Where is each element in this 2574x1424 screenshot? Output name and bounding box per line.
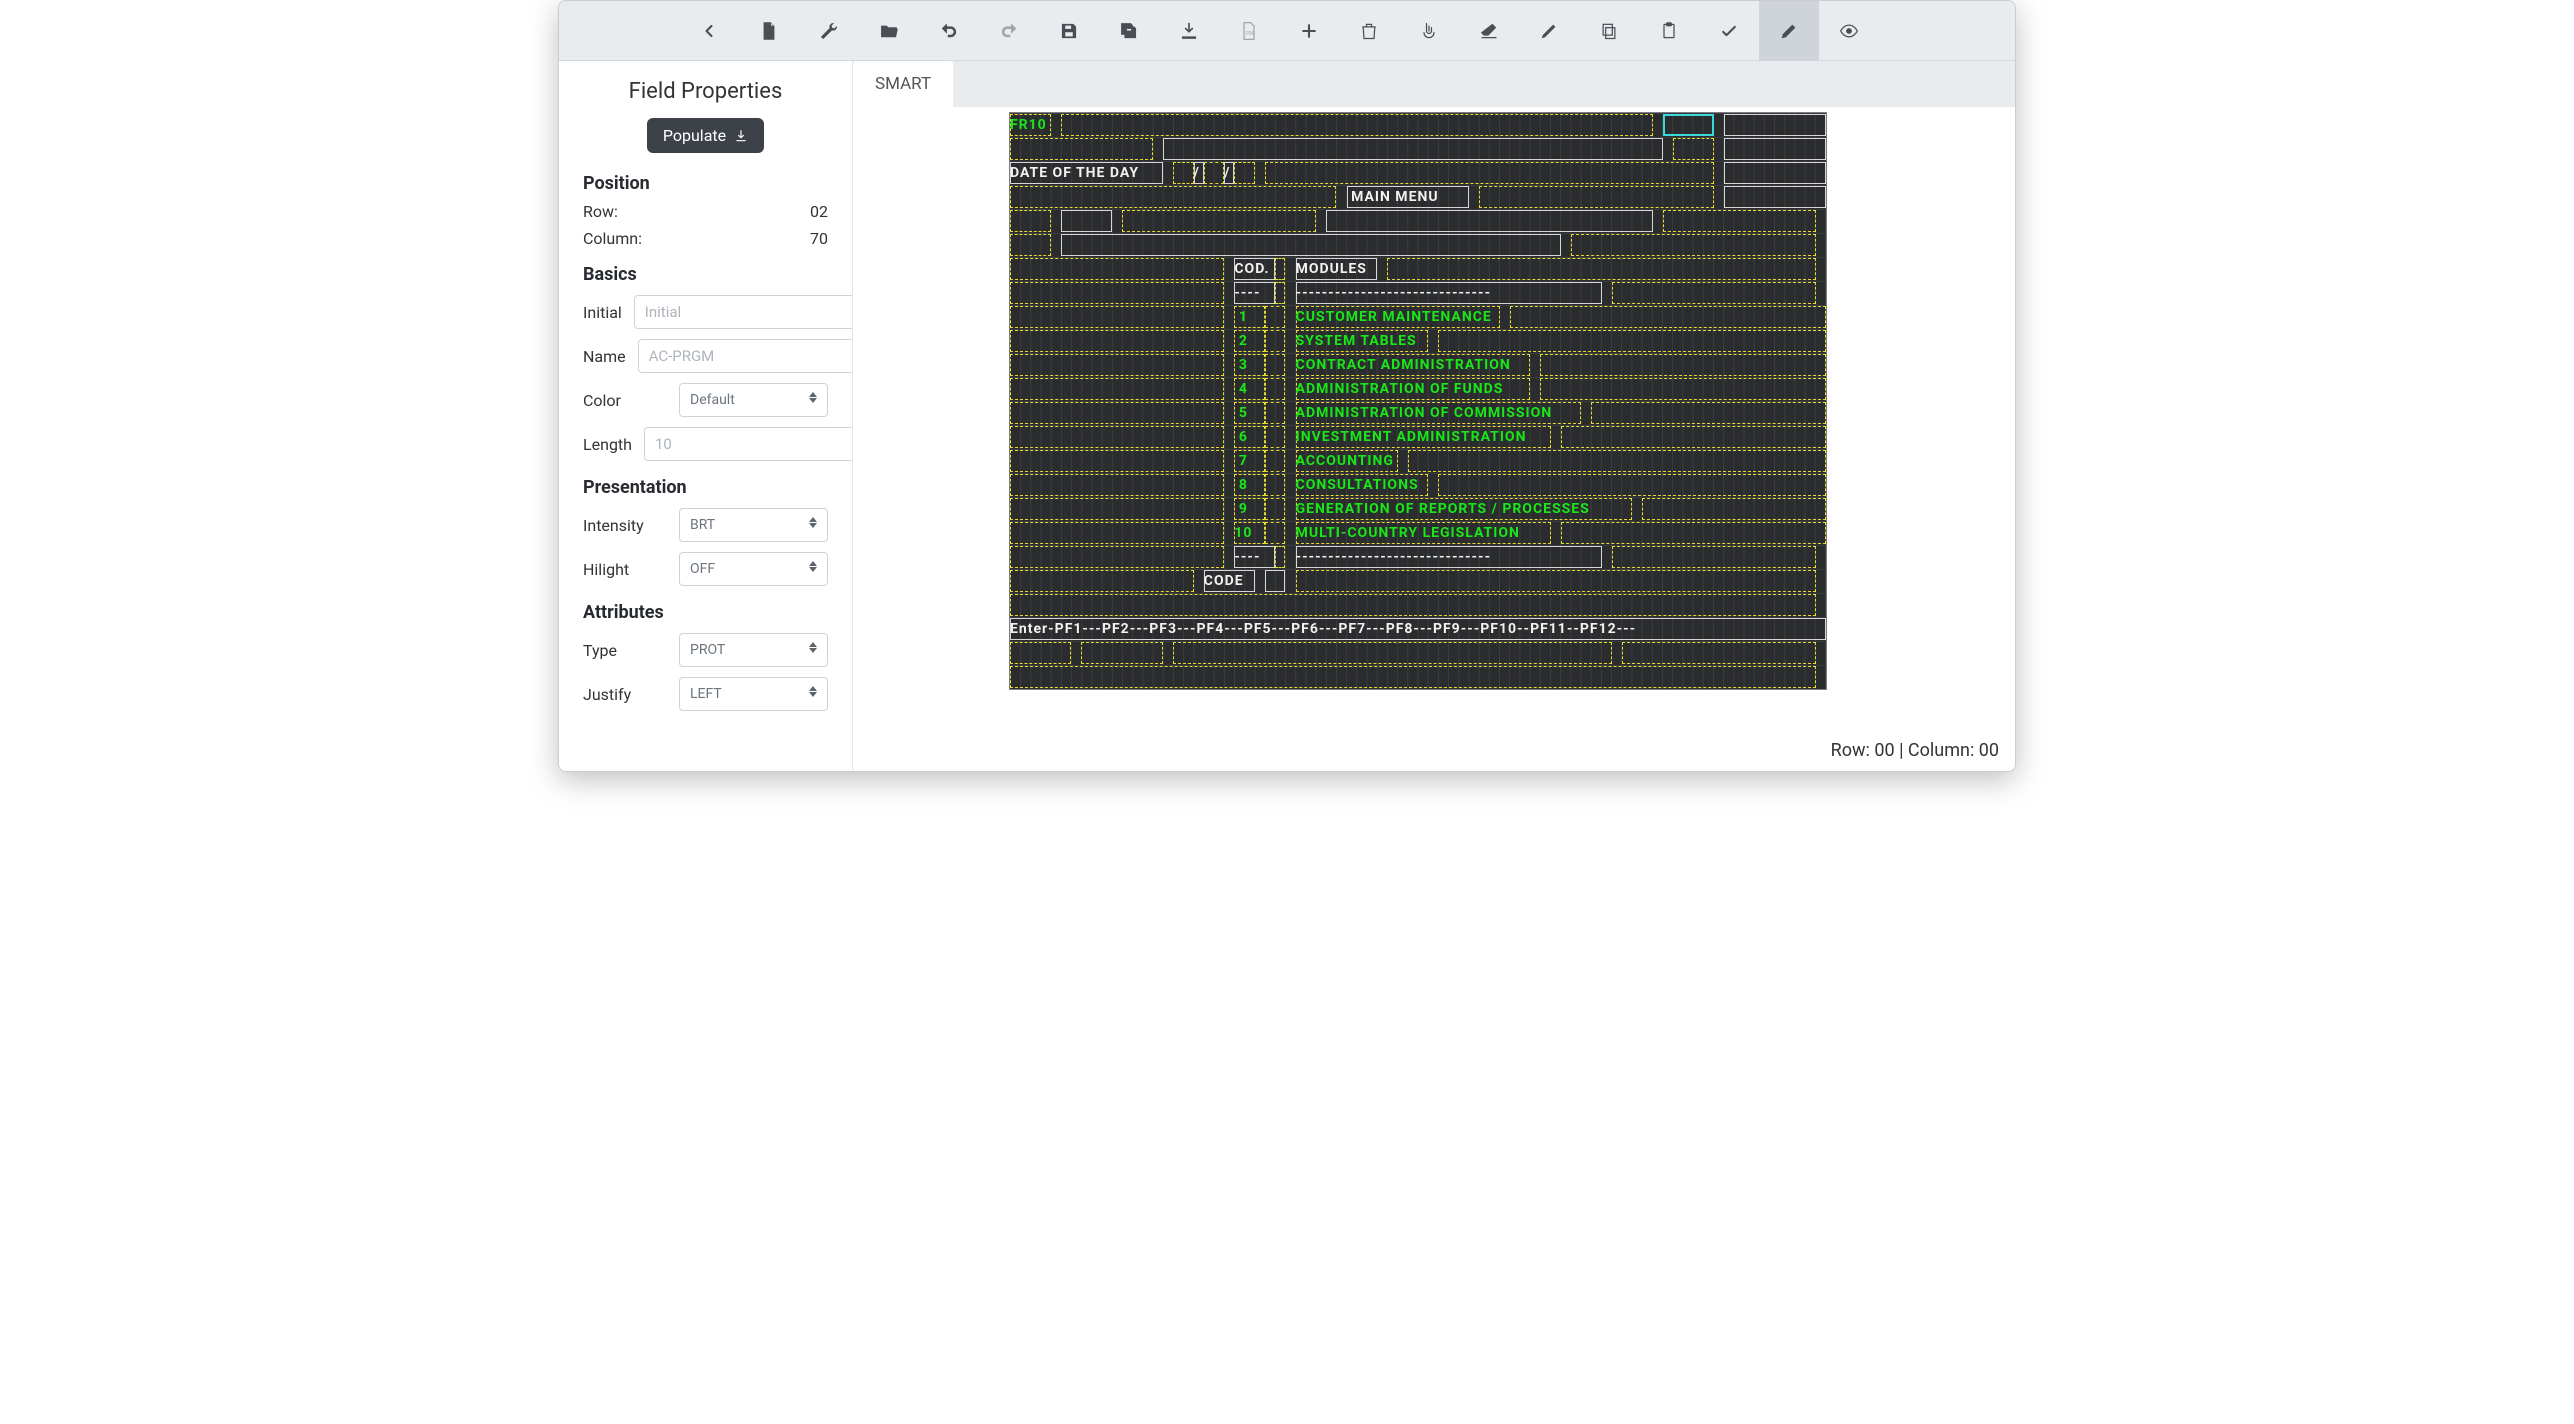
download-button[interactable] [1159, 1, 1219, 61]
save-button[interactable] [1039, 1, 1099, 61]
position-heading: Position [583, 173, 828, 194]
app-window: PDF Field Properties Populate Position R… [558, 0, 2016, 772]
brush-button[interactable] [1519, 1, 1579, 61]
hilight-label: Hilight [583, 560, 667, 579]
length-input[interactable] [644, 427, 853, 461]
terminal-map[interactable]: FR10DATE OF THE DAY// MAIN MENU COD.MODU… [1009, 112, 1827, 690]
new-file-button[interactable] [739, 1, 799, 61]
toolbar: PDF [559, 1, 2015, 61]
svg-text:PDF: PDF [1246, 31, 1255, 37]
color-select[interactable]: Default [679, 383, 828, 417]
check-button[interactable] [1699, 1, 1759, 61]
intensity-select[interactable]: BRT [679, 508, 828, 542]
name-input[interactable] [638, 339, 853, 373]
name-label: Name [583, 347, 626, 366]
canvas: FR10DATE OF THE DAY// MAIN MENU COD.MODU… [853, 107, 2015, 771]
tab-smart[interactable]: SMART [853, 61, 953, 107]
undo-button[interactable] [919, 1, 979, 61]
pdf-button[interactable]: PDF [1219, 1, 1279, 61]
justify-select[interactable]: LEFT [679, 677, 828, 711]
tools-button[interactable] [799, 1, 859, 61]
basics-heading: Basics [583, 264, 828, 285]
intensity-label: Intensity [583, 516, 667, 535]
type-label: Type [583, 641, 667, 660]
populate-button[interactable]: Populate [647, 118, 764, 153]
preview-button[interactable] [1819, 1, 1879, 61]
panel-title: Field Properties [583, 79, 828, 104]
initial-label: Initial [583, 303, 622, 322]
open-folder-button[interactable] [859, 1, 919, 61]
attributes-heading: Attributes [583, 602, 828, 623]
hilight-select[interactable]: OFF [679, 552, 828, 586]
row-label: Row: [583, 202, 618, 221]
main-area: SMART FR10DATE OF THE DAY// MAIN MENU CO… [853, 61, 2015, 771]
status-bar: Row: 00 | Column: 00 [1831, 740, 1999, 761]
initial-input[interactable] [634, 295, 853, 329]
save-all-button[interactable] [1099, 1, 1159, 61]
color-label: Color [583, 391, 667, 410]
pointer-button[interactable] [1399, 1, 1459, 61]
edit-button[interactable] [1759, 1, 1819, 61]
field-properties-panel: Field Properties Populate Position Row: 0… [559, 61, 853, 771]
back-button[interactable] [679, 1, 739, 61]
row-value: 02 [810, 202, 828, 221]
presentation-heading: Presentation [583, 477, 828, 498]
redo-button[interactable] [979, 1, 1039, 61]
justify-label: Justify [583, 685, 667, 704]
length-label: Length [583, 435, 632, 454]
paste-button[interactable] [1639, 1, 1699, 61]
delete-button[interactable] [1339, 1, 1399, 61]
add-button[interactable] [1279, 1, 1339, 61]
tab-bar: SMART [853, 61, 2015, 107]
column-value: 70 [810, 229, 828, 248]
eraser-button[interactable] [1459, 1, 1519, 61]
copy-button[interactable] [1579, 1, 1639, 61]
column-label: Column: [583, 229, 642, 248]
type-select[interactable]: PROT [679, 633, 828, 667]
